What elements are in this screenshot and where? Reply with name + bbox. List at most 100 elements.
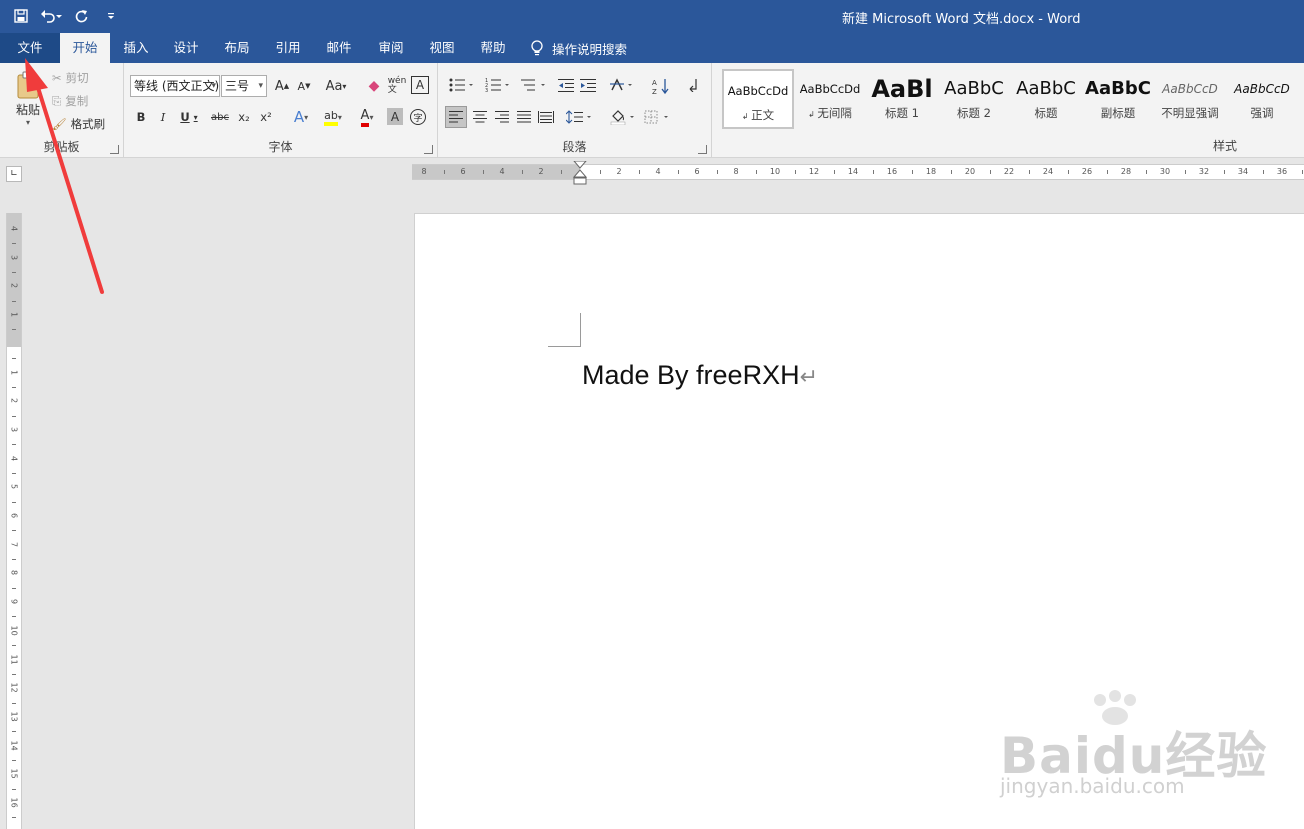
ruler-tick-mark <box>1028 170 1030 174</box>
clipboard-dialog-launcher[interactable] <box>110 145 119 154</box>
clear-format-button[interactable]: ◆ <box>364 76 384 96</box>
document-body-text[interactable]: Made By freeRXH↵ <box>582 360 818 391</box>
chinese-layout-button[interactable] <box>608 75 638 95</box>
tab-home[interactable]: 开始 <box>60 33 110 63</box>
cut-button[interactable]: ✂ 剪切 <box>52 69 89 87</box>
style-subtitle[interactable]: AaBbC 副标题 <box>1082 69 1154 129</box>
superscript-button[interactable]: x² <box>256 107 276 127</box>
grow-font-button[interactable]: A ▲ <box>272 76 292 96</box>
tab-design[interactable]: 设计 <box>162 33 210 63</box>
tab-view[interactable]: 视图 <box>417 33 467 63</box>
underline-button[interactable]: U ▾ <box>176 107 202 127</box>
ruler-tick-label: 14 <box>847 167 859 176</box>
tab-insert[interactable]: 插入 <box>112 33 160 63</box>
style-no-spacing[interactable]: AaBbCcDd ↲ 无间隔 <box>794 69 866 129</box>
shrink-font-button[interactable]: A ▼ <box>294 76 314 96</box>
shading-button[interactable] <box>608 106 640 128</box>
chevron-down-icon: ▾ <box>258 81 263 91</box>
strikethrough-icon: abc <box>211 111 229 123</box>
ruler-tick-label: 10 <box>769 167 781 176</box>
style-name: 无间隔 <box>817 106 852 120</box>
paste-button[interactable]: 粘贴 ▾ <box>10 71 46 127</box>
style-heading-2[interactable]: AaBbC 标题 2 <box>938 69 1010 129</box>
align-right-button[interactable] <box>491 106 513 128</box>
ruler-tick-mark <box>12 817 16 819</box>
ruler-tick-mark <box>12 358 16 360</box>
style-preview: AaBbCcDd <box>727 84 789 98</box>
save-button[interactable] <box>8 4 34 28</box>
font-color-icon: A <box>360 108 370 127</box>
italic-button[interactable]: I <box>154 107 172 127</box>
style-title[interactable]: AaBbC 标题 <box>1010 69 1082 129</box>
ruler-tick-mark <box>521 170 523 174</box>
redo-button[interactable] <box>68 4 94 28</box>
change-case-button[interactable]: Aa ▾ <box>322 76 350 96</box>
copy-label: 复制 <box>65 94 89 108</box>
show-marks-button[interactable] <box>682 75 702 95</box>
justify-button[interactable] <box>513 106 535 128</box>
align-left-icon <box>449 111 463 123</box>
tab-file[interactable]: 文件 <box>0 33 60 63</box>
bullets-button[interactable] <box>446 75 478 95</box>
bold-button[interactable]: B <box>132 107 150 127</box>
style-subtle-emphasis[interactable]: AaBbCcD 不明显强调 <box>1154 69 1226 129</box>
indent-markers[interactable] <box>572 161 588 187</box>
vertical-ruler[interactable]: 4 3 2 1 1 2 3 4 5 6 7 8 9 10 11 12 13 14 15 16 <box>6 213 22 829</box>
tab-help[interactable]: 帮助 <box>468 33 518 63</box>
tab-layout[interactable]: 布局 <box>213 33 261 63</box>
align-center-button[interactable] <box>469 106 491 128</box>
ruler-tick-label: 9 <box>9 599 19 605</box>
sort-icon: AZ <box>652 79 669 95</box>
decrease-indent-button[interactable] <box>556 75 576 95</box>
strikethrough-button[interactable]: abc <box>208 107 232 127</box>
character-shading-button[interactable]: A <box>387 108 403 125</box>
style-preview: AaBbC <box>944 78 1004 99</box>
style-heading-1[interactable]: AaBl 标题 1 <box>866 69 938 129</box>
ruler-tick-label: 5 <box>9 484 19 490</box>
character-border-button[interactable]: A <box>411 76 429 94</box>
undo-button[interactable] <box>38 4 64 28</box>
style-preview: AaBbC <box>1085 78 1151 99</box>
line-spacing-button[interactable] <box>564 106 596 128</box>
tell-me-search[interactable]: 操作说明搜索 <box>530 33 627 63</box>
align-left-button[interactable] <box>445 106 467 128</box>
tab-references[interactable]: 引用 <box>264 33 312 63</box>
style-name: 标题 <box>1034 106 1058 120</box>
tab-selector[interactable]: ∟ <box>6 166 22 182</box>
customize-qat-button[interactable] <box>98 4 124 28</box>
style-normal[interactable]: AaBbCcDd ↲ 正文 <box>722 69 794 129</box>
ruler-tick-label: 4 <box>9 455 19 461</box>
svg-text:Z: Z <box>652 88 657 95</box>
ruler-tick-label: 20 <box>964 167 976 176</box>
increase-indent-icon <box>580 79 596 92</box>
tab-review[interactable]: 审阅 <box>366 33 416 63</box>
highlight-color-button[interactable]: ab ▾ <box>318 107 348 127</box>
style-emphasis[interactable]: AaBbCcD 强调 <box>1226 69 1298 129</box>
copy-button[interactable]: ⎘ 复制 <box>52 92 88 110</box>
multilevel-list-button[interactable] <box>518 75 550 95</box>
increase-indent-button[interactable] <box>578 75 598 95</box>
font-color-button[interactable]: A ▾ <box>352 107 382 127</box>
font-name-combo[interactable]: 等线 (西文正文) ▾ <box>130 75 220 97</box>
ruler-tick-mark <box>12 415 16 417</box>
phonetic-guide-button[interactable]: wén 文 <box>386 74 408 98</box>
numbering-button[interactable]: 123 <box>482 75 514 95</box>
tab-mailings[interactable]: 邮件 <box>315 33 363 63</box>
align-center-icon <box>473 111 487 123</box>
format-painter-button[interactable]: 🖌 格式刷 <box>52 115 105 133</box>
paragraph-dialog-launcher[interactable] <box>698 145 707 154</box>
text-effects-button[interactable]: A ▾ <box>286 107 316 127</box>
ruler-tick-label: 1 <box>9 312 19 318</box>
ruler-tick-mark <box>1184 170 1186 174</box>
sort-button[interactable]: AZ <box>650 75 672 97</box>
font-size-combo[interactable]: 三号 ▾ <box>221 75 267 97</box>
clipboard-group-label: 剪贴板 <box>43 140 80 154</box>
borders-button[interactable] <box>642 106 674 128</box>
font-dialog-launcher[interactable] <box>424 145 433 154</box>
distributed-button[interactable] <box>535 106 557 128</box>
enclose-characters-button[interactable]: 字 <box>408 107 428 127</box>
ruler-tick-mark <box>1145 170 1147 174</box>
ruler-tick-mark <box>12 759 16 761</box>
horizontal-ruler[interactable]: 8 6 4 2 2 4 6 8 10 12 14 16 18 20 22 24 26 28 30 32 34 36 <box>412 161 1304 185</box>
subscript-button[interactable]: x₂ <box>234 107 254 127</box>
